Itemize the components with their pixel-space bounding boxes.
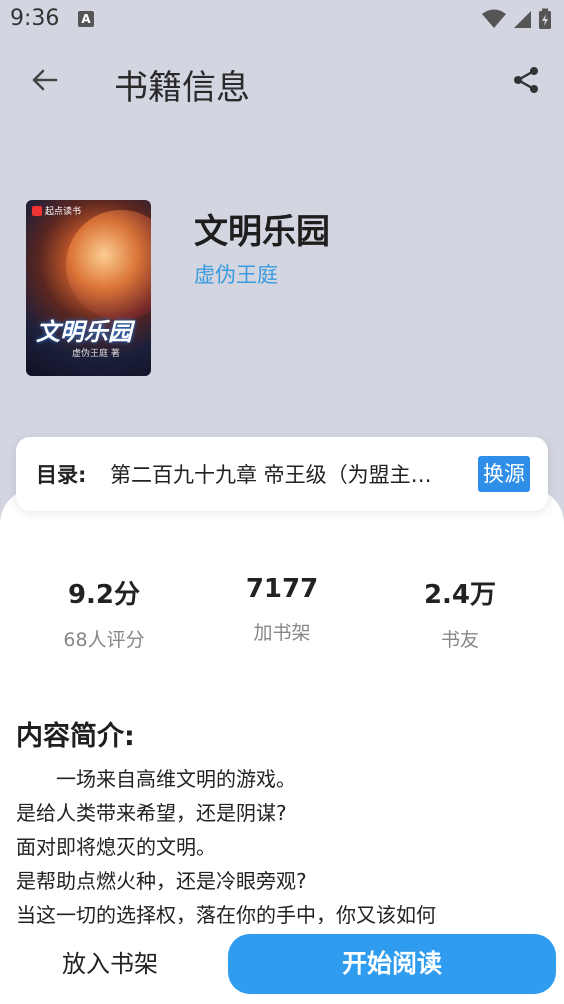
stat-shelf: 7177 加书架 <box>192 574 372 645</box>
stat-rating: 9.2分 68人评分 <box>14 574 194 652</box>
stat-value: 2.4万 <box>423 580 497 610</box>
start-reading-button[interactable]: 开始阅读 <box>228 934 556 994</box>
app-bar: 书籍信息 <box>0 48 564 116</box>
stat-value: 7177 <box>245 574 319 604</box>
stat-friends: 2.4万 书友 <box>370 574 550 652</box>
back-arrow-icon[interactable] <box>26 62 62 98</box>
share-icon[interactable] <box>510 64 542 96</box>
intro-line: 是给人类带来希望，还是阴谋? <box>16 801 287 825</box>
intro-heading: 内容简介: <box>16 721 135 752</box>
status-time: 9:36 <box>10 6 60 31</box>
intro-text: 一场来自高维文明的游戏。 是给人类带来希望，还是阴谋? 面对即将熄灭的文明。 是… <box>16 762 556 924</box>
author-link[interactable]: 虚伪王庭 <box>194 259 278 289</box>
stat-label: 加书架 <box>253 622 311 644</box>
intro-line: 一场来自高维文明的游戏。 <box>16 767 296 791</box>
intro-line: 当这一切的选择权，落在你的手中，你又该如何 <box>16 903 436 924</box>
toc-card[interactable]: 目录: 第二百九十九章 帝王级（为盟主… 换源 <box>16 437 548 511</box>
add-to-shelf-button[interactable]: 放入书架 <box>0 934 220 994</box>
signal-icon <box>514 11 531 28</box>
status-bar: 9:36 A <box>0 0 564 40</box>
stat-label: 书友 <box>440 629 479 651</box>
toc-latest-chapter[interactable]: 第二百九十九章 帝王级（为盟主… <box>110 459 484 489</box>
stat-value: 9.2分 <box>67 580 141 610</box>
book-title: 文明乐园 <box>194 212 330 252</box>
stat-label: 68人评分 <box>63 629 145 651</box>
intro-line: 面对即将熄灭的文明。 <box>16 835 216 859</box>
status-icons <box>482 8 552 30</box>
cover-title: 文明乐园 <box>36 318 132 346</box>
brand-logo-icon <box>32 205 42 216</box>
book-cover[interactable]: 起点读书 文明乐园 虚伪王庭 著 <box>26 200 151 376</box>
cover-planet-art <box>66 210 151 320</box>
swap-source-button[interactable]: 换源 <box>478 456 530 492</box>
page-title: 书籍信息 <box>114 68 250 108</box>
notification-icon: A <box>78 11 94 27</box>
intro-line: 是帮助点燃火种，还是冷眼旁观? <box>16 869 307 893</box>
stats-row: 9.2分 68人评分 7177 加书架 2.4万 书友 <box>0 574 564 654</box>
battery-icon <box>539 8 551 29</box>
cover-brand: 起点读书 <box>32 204 81 217</box>
toc-label: 目录: <box>36 463 87 487</box>
cover-author: 虚伪王庭 著 <box>72 349 120 359</box>
wifi-icon <box>482 9 506 28</box>
